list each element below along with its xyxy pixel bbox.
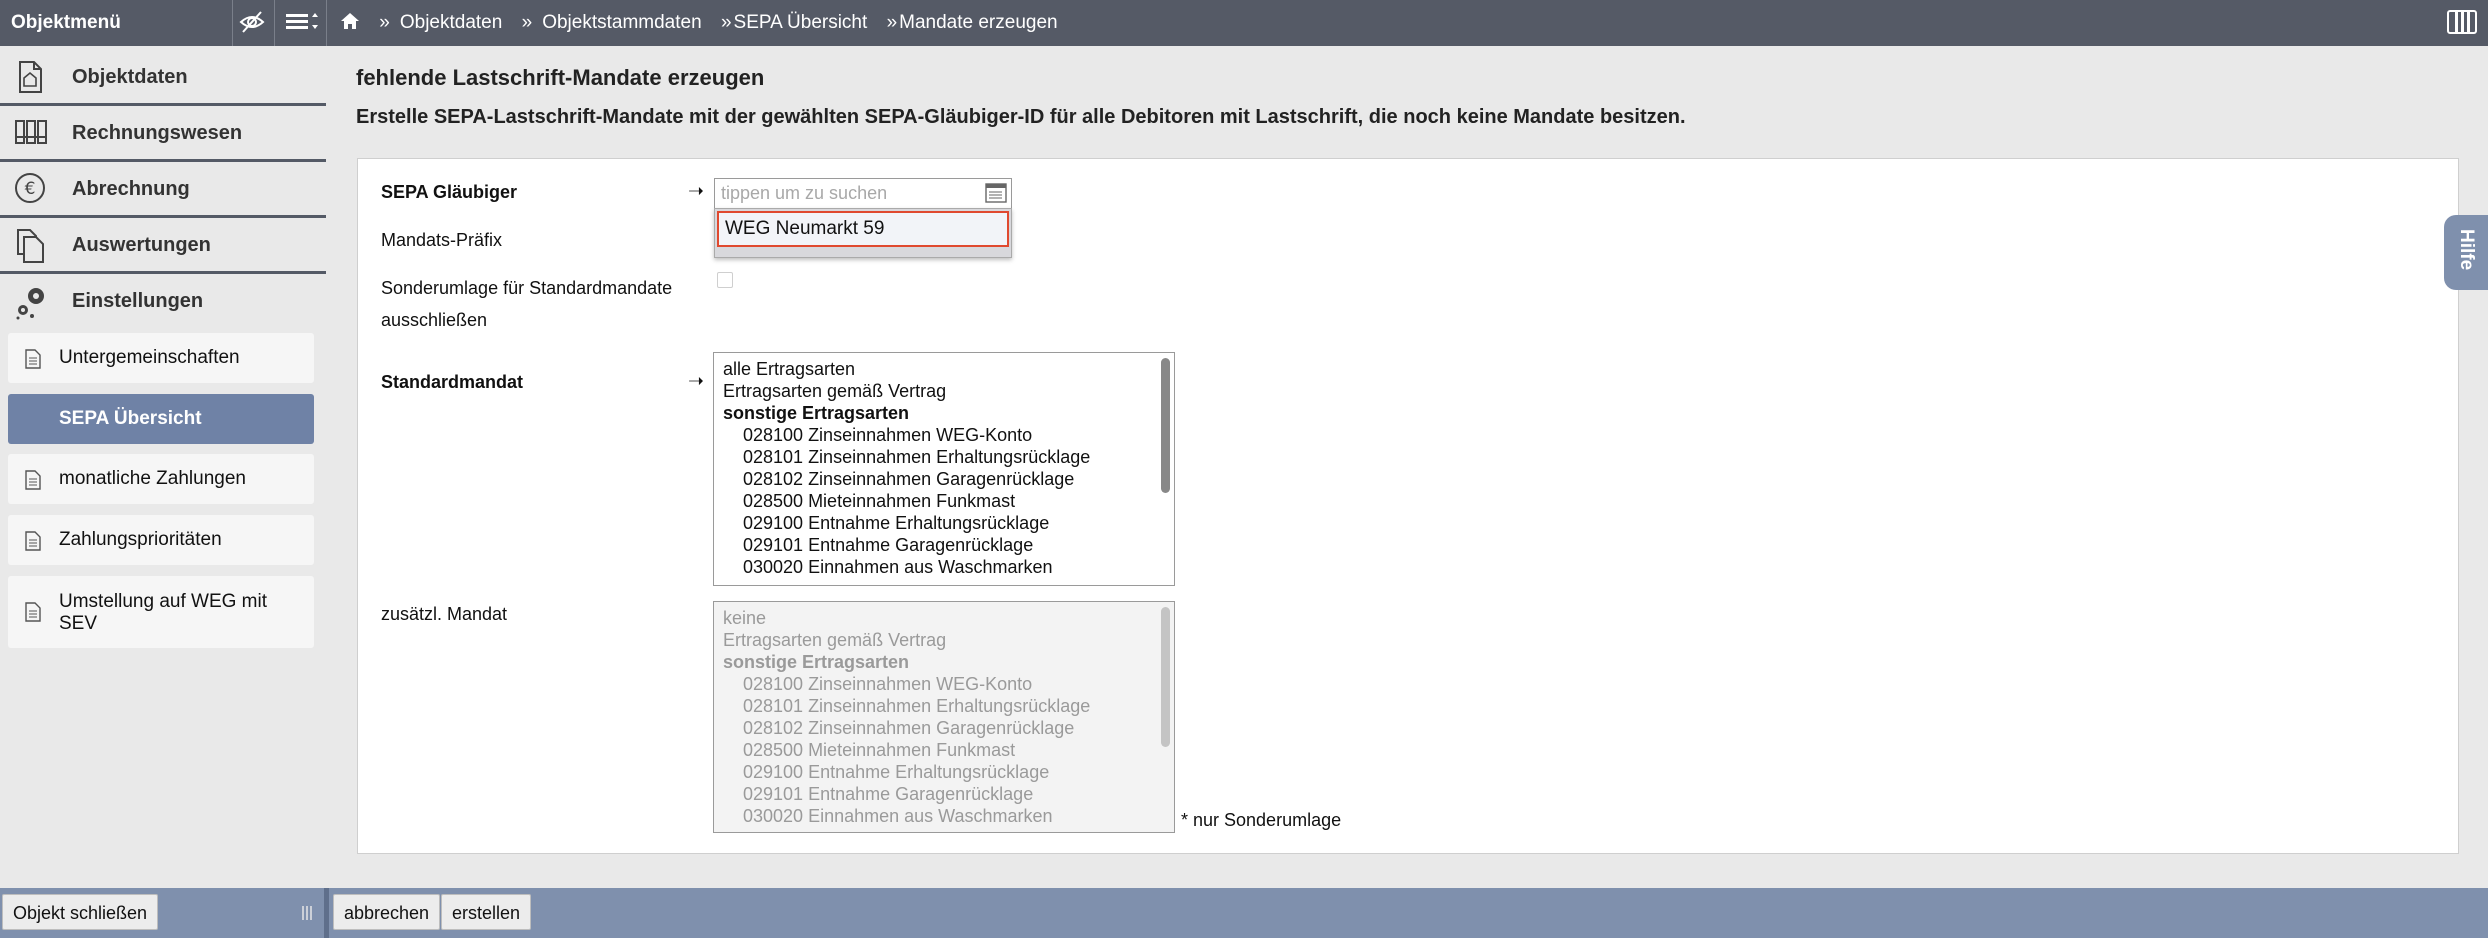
required-arrow-icon: ➝ bbox=[688, 371, 704, 392]
listbox-option: 028100 Zinseinnahmen WEG-Konto bbox=[743, 674, 1033, 694]
help-tab[interactable]: Hilfe bbox=[2444, 215, 2488, 290]
sonderumlage-label: Sonderumlage für Standardmandate bbox=[381, 278, 673, 298]
layout-toggle-icon[interactable] bbox=[2446, 8, 2478, 41]
sidebar-item-label: Umstellung auf WEG mit SEV bbox=[59, 591, 267, 634]
document-icon bbox=[14, 60, 46, 99]
listbox-option: keine bbox=[723, 608, 767, 628]
divider bbox=[326, 0, 327, 46]
listbox-option: 028102 Zinseinnahmen Garagenrücklage bbox=[743, 718, 1075, 738]
documents-icon bbox=[14, 228, 48, 269]
listbox-option: 028500 Mieteinnahmen Funkmast bbox=[743, 740, 1016, 760]
glaeubiger-label: SEPA Gläubiger bbox=[381, 182, 518, 202]
sidebar-item-label: monatliche Zahlungen bbox=[59, 468, 246, 489]
listbox-option[interactable]: alle Ertragsarten bbox=[714, 358, 1154, 380]
sonderumlage-checkbox[interactable] bbox=[717, 272, 733, 288]
sidebar-section-label: Abrechnung bbox=[72, 178, 190, 200]
required-arrow-icon: ➝ bbox=[688, 181, 704, 202]
page-icon bbox=[25, 602, 41, 627]
listbox-group-label: sonstige Ertragsarten bbox=[723, 403, 910, 423]
sidebar-item-monatliche-zahlungen[interactable]: monatliche Zahlungen bbox=[8, 454, 314, 504]
listbox-group-label: sonstige Ertragsarten bbox=[723, 652, 910, 672]
listbox-option: 030020 Einnahmen aus Waschmarken bbox=[743, 806, 1053, 826]
breadcrumb-separator: » bbox=[521, 12, 533, 33]
listbox-option[interactable]: 028102 Zinseinnahmen Garagenrücklage bbox=[714, 468, 1154, 490]
sidebar-section-abrechnung[interactable]: € Abrechnung bbox=[0, 162, 326, 218]
create-button[interactable]: erstellen bbox=[441, 894, 532, 930]
breadcrumb-separator: » bbox=[720, 12, 732, 33]
listbox-scrollbar[interactable] bbox=[1161, 358, 1170, 493]
sidebar-item-untergemeinschaften[interactable]: Untergemeinschaften bbox=[8, 333, 314, 383]
sidebar-section-label: Rechnungswesen bbox=[72, 122, 243, 144]
sidebar-item-umstellung-weg-sev[interactable]: Umstellung auf WEG mit SEV bbox=[8, 576, 314, 648]
listbox-option[interactable]: 028500 Mieteinnahmen Funkmast bbox=[714, 490, 1154, 512]
listbox-option: 029101 Entnahme Garagenrücklage bbox=[743, 784, 1034, 804]
listbox-scrollbar bbox=[1161, 607, 1170, 747]
listbox-option: 029100 Entnahme Erhaltungsrücklage bbox=[743, 762, 1050, 782]
breadcrumb-separator: » bbox=[886, 12, 898, 33]
cancel-button[interactable]: abbrechen bbox=[333, 894, 441, 930]
picker-list-icon[interactable] bbox=[985, 183, 1007, 208]
sidebar-item-label: Zahlungsprioritäten bbox=[59, 529, 222, 550]
listbox-option[interactable]: 028101 Zinseinnahmen Erhaltungsrücklage bbox=[714, 446, 1154, 468]
breadcrumb: » Objektdaten » Objektstammdaten » SEPA Übe… bbox=[340, 11, 1058, 37]
form-panel: SEPA Gläubiger ➝ Mandats-Präfix WEG Neum… bbox=[357, 158, 2459, 854]
resize-grip-icon[interactable] bbox=[300, 904, 314, 927]
listbox-option[interactable]: 029101 Entnahme Garagenrücklage bbox=[714, 534, 1154, 556]
bottom-bar: Objekt schließen abbrechen erstellen bbox=[0, 888, 2488, 938]
divider bbox=[232, 0, 233, 46]
svg-text:€: € bbox=[25, 179, 36, 199]
page-title: fehlende Lastschrift-Mandate erzeugen bbox=[356, 65, 765, 90]
listbox-option: Ertragsarten gemäß Vertrag bbox=[723, 630, 947, 650]
sonderumlage-note: * nur Sonderumlage bbox=[1181, 810, 1342, 830]
top-bar: Objektmenü » Objektdaten » Objektstammdate… bbox=[0, 0, 2488, 46]
breadcrumb-mandate-erzeugen: Mandate erzeugen bbox=[899, 12, 1058, 33]
standardmandat-listbox[interactable]: alle Ertragsarten Ertragsarten gemäß Vert… bbox=[713, 352, 1175, 586]
sidebar-section-label: Einstellungen bbox=[72, 290, 204, 312]
sidebar-section-objektdaten[interactable]: Objektdaten bbox=[0, 50, 326, 106]
divider bbox=[324, 888, 329, 938]
close-object-button[interactable]: Objekt schließen bbox=[2, 894, 159, 930]
page-icon bbox=[25, 349, 41, 374]
divider bbox=[274, 0, 275, 46]
glaeubiger-dropdown: WEG Neumarkt 59 bbox=[714, 208, 1012, 258]
page-description: Erstelle SEPA-Lastschrift-Mandate mit de… bbox=[356, 106, 1686, 128]
menu-list-icon[interactable] bbox=[284, 8, 320, 41]
sidebar-item-sepa-uebersicht[interactable]: SEPA Übersicht bbox=[8, 394, 314, 444]
breadcrumb-objektdaten[interactable]: Objektdaten bbox=[400, 12, 502, 33]
sidebar-section-rechnungswesen[interactable]: Rechnungswesen bbox=[0, 106, 326, 162]
listbox-option[interactable]: 030020 Einnahmen aus Waschmarken bbox=[714, 556, 1154, 578]
binders-icon bbox=[14, 116, 48, 155]
zusaetzl-mandat-label: zusätzl. Mandat bbox=[381, 604, 508, 624]
breadcrumb-sepa-uebersicht[interactable]: SEPA Übersicht bbox=[734, 12, 868, 33]
sidebar: Objektdaten Rechnungswesen € Abrechnung … bbox=[0, 50, 326, 888]
glaeubiger-option[interactable]: WEG Neumarkt 59 bbox=[717, 211, 1009, 247]
listbox-option: 028101 Zinseinnahmen Erhaltungsrücklage bbox=[743, 696, 1091, 716]
home-icon[interactable] bbox=[340, 11, 360, 37]
page-icon bbox=[25, 531, 41, 556]
visibility-toggle-icon[interactable] bbox=[238, 8, 266, 41]
listbox-option[interactable]: Ertragsarten gemäß Vertrag bbox=[714, 380, 1154, 402]
sidebar-section-einstellungen[interactable]: Einstellungen bbox=[0, 274, 326, 327]
sonderumlage-label-line2: ausschließen bbox=[381, 310, 488, 330]
standardmandat-label: Standardmandat bbox=[381, 372, 524, 392]
praefix-label: Mandats-Präfix bbox=[381, 230, 503, 250]
glaeubiger-search-input[interactable] bbox=[715, 179, 987, 207]
help-tab-label: Hilfe bbox=[2456, 229, 2477, 271]
page-icon bbox=[25, 470, 41, 495]
object-menu-title: Objektmenü bbox=[11, 12, 121, 33]
sidebar-section-label: Objektdaten bbox=[72, 66, 188, 88]
breadcrumb-objektstammdaten[interactable]: Objektstammdaten bbox=[542, 12, 701, 33]
sidebar-section-label: Auswertungen bbox=[72, 234, 211, 256]
listbox-option[interactable]: 029100 Entnahme Erhaltungsrücklage bbox=[714, 512, 1154, 534]
euro-icon: € bbox=[14, 172, 48, 211]
sidebar-item-label: Untergemeinschaften bbox=[59, 347, 240, 368]
sidebar-item-label: SEPA Übersicht bbox=[59, 408, 202, 429]
zusaetzl-mandat-listbox: keine Ertragsarten gemäß Vertrag sonstige … bbox=[713, 601, 1175, 833]
sidebar-section-auswertungen[interactable]: Auswertungen bbox=[0, 218, 326, 274]
listbox-option[interactable]: 028100 Zinseinnahmen WEG-Konto bbox=[714, 424, 1154, 446]
breadcrumb-separator: » bbox=[379, 12, 390, 33]
gears-icon bbox=[14, 284, 50, 325]
glaeubiger-search[interactable] bbox=[714, 178, 1012, 210]
sidebar-item-zahlungsprioritaeten[interactable]: Zahlungsprioritäten bbox=[8, 515, 314, 565]
